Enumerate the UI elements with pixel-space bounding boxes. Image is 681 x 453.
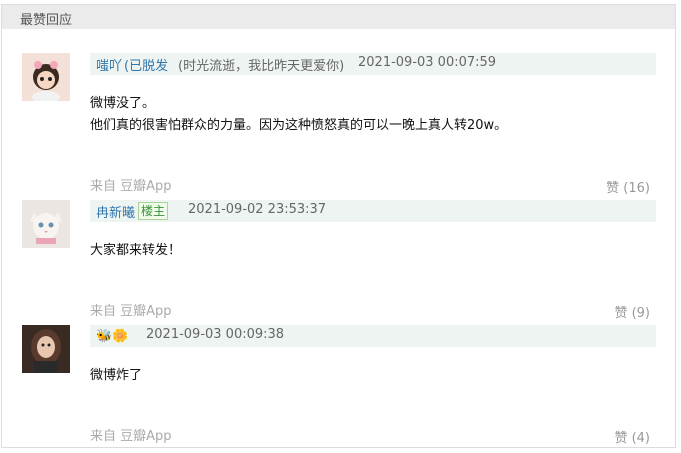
comment-source: 来自 豆瓣App	[90, 179, 172, 194]
op-badge: 楼主	[138, 202, 169, 220]
comment-time: 2021-09-02 23:53:37	[188, 202, 327, 217]
section-title: 最赞回应	[20, 13, 73, 28]
top-replies-panel: 最赞回应 嗤吖 (已脱发 (时光流逝，我比昨天更爱你) 2021-09-03 0…	[1, 4, 676, 448]
comment-body: 微博炸了	[90, 365, 142, 387]
comment-meta: 冉新曦 楼主 2021-09-02 23:53:37	[90, 200, 656, 222]
avatar[interactable]	[22, 53, 70, 101]
author-name[interactable]: 冉新曦	[96, 202, 135, 221]
author-name[interactable]: 嗤吖	[96, 55, 122, 74]
comment-text-line: 微博没了。	[90, 96, 156, 111]
author-signature: (时光流逝，我比昨天更爱你)	[178, 59, 345, 74]
like-button[interactable]: 赞 (4)	[614, 427, 650, 446]
like-button[interactable]: 赞 (16)	[606, 177, 650, 196]
comment-text-line: 微博炸了	[90, 368, 143, 383]
comment-source: 来自 豆瓣App	[90, 429, 172, 444]
avatar[interactable]	[22, 325, 70, 373]
author-emoji-name[interactable]: 🐝🌼	[96, 329, 128, 344]
author-status: (已脱发	[124, 59, 169, 74]
comment-time: 2021-09-03 00:07:59	[358, 55, 497, 70]
comment-body: 微博没了。 他们真的很害怕群众的力量。因为这种愤怒真的可以一晚上真人转20w。	[90, 93, 507, 137]
comment-meta: 🐝🌼 2021-09-03 00:09:38	[90, 325, 656, 347]
comment-text-line: 大家都来转发！	[90, 243, 182, 258]
comment-body: 大家都来转发！	[90, 240, 181, 262]
comment-time: 2021-09-03 00:09:38	[146, 327, 285, 342]
like-button[interactable]: 赞 (9)	[614, 302, 650, 321]
comment-meta: 嗤吖 (已脱发 (时光流逝，我比昨天更爱你) 2021-09-03 00:07:…	[90, 53, 656, 75]
comment-source: 来自 豆瓣App	[90, 304, 172, 319]
comment-text-line: 他们真的很害怕群众的力量。因为这种愤怒真的可以一晚上真人转20w。	[90, 118, 508, 133]
panel-header: 最赞回应	[2, 5, 675, 29]
avatar[interactable]	[22, 200, 70, 248]
